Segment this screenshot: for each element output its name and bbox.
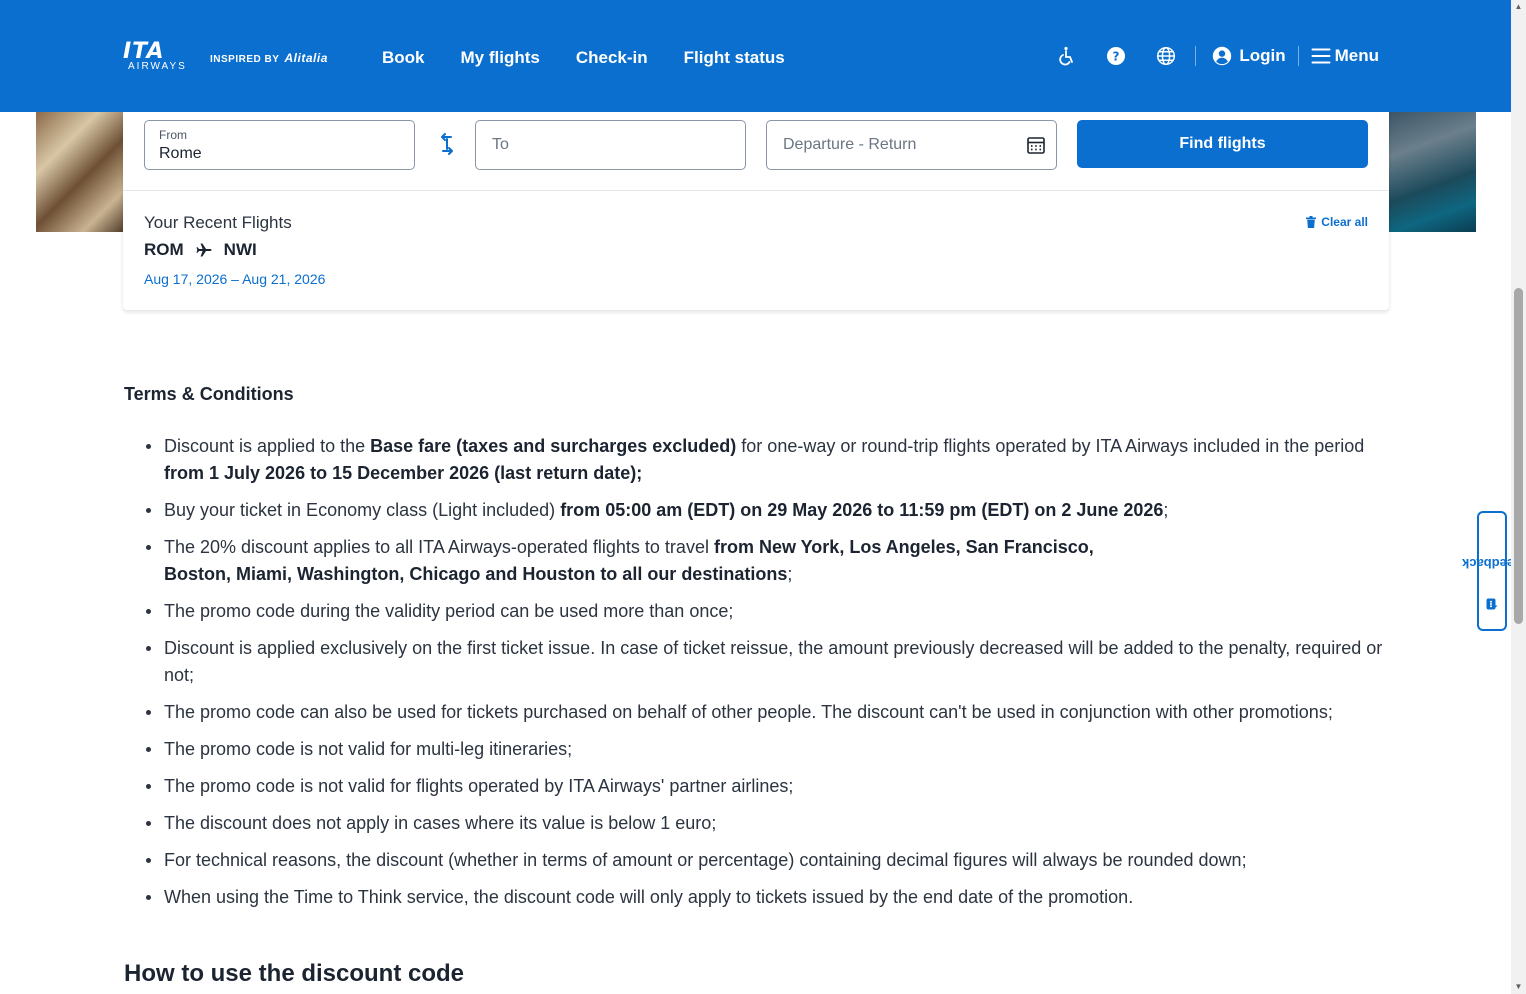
terms-emphasis: from New York, Los Angeles, San Francisc…	[713, 537, 1094, 557]
menu-button[interactable]: Menu	[1311, 46, 1379, 66]
terms-item: Discount is applied to the Base fare (ta…	[146, 433, 1384, 487]
scrollbar-thumb[interactable]	[1514, 288, 1523, 624]
alitalia-brand: Alitalia	[284, 51, 328, 65]
terms-item: The 20% discount applies to all ITA Airw…	[146, 534, 1384, 588]
nav-book[interactable]: Book	[382, 48, 425, 68]
terms-item: For technical reasons, the discount (whe…	[146, 847, 1384, 874]
to-placeholder: To	[492, 136, 509, 153]
nav-check-in[interactable]: Check-in	[576, 48, 648, 68]
terms-text: The discount does not apply in cases whe…	[164, 813, 717, 833]
recent-origin: ROM	[144, 240, 184, 259]
terms-text: ;	[1163, 500, 1169, 520]
nav-flight-status[interactable]: Flight status	[684, 48, 785, 68]
to-field[interactable]: To	[475, 120, 746, 170]
swap-icon[interactable]	[434, 131, 460, 157]
feedback-tab[interactable]: Feedback	[1462, 511, 1522, 631]
menu-label: Menu	[1334, 46, 1379, 65]
card-divider	[123, 190, 1389, 191]
terms-item: The discount does not apply in cases whe…	[146, 810, 1384, 837]
terms-text: Discount is applied to the	[164, 436, 371, 456]
login-button[interactable]: Login	[1212, 46, 1286, 66]
recent-flight-dates: Aug 17, 2026 – Aug 21, 2026	[144, 271, 326, 287]
terms-text: Buy your ticket in Economy class (Light …	[164, 500, 561, 520]
terms-emphasis: Base fare (taxes and surcharges excluded…	[370, 436, 737, 456]
svg-text:?: ?	[1113, 50, 1120, 64]
terms-item: Buy your ticket in Economy class (Light …	[146, 497, 1384, 524]
terms-list: Discount is applied to the Base fare (ta…	[124, 433, 1384, 911]
terms-text: The 20% discount applies to all ITA Airw…	[164, 537, 714, 557]
trash-icon	[1306, 216, 1317, 228]
terms-emphasis: Boston, Miami, Washington, Chicago and H…	[164, 564, 788, 584]
terms-text: The promo code is not valid for flights …	[164, 776, 794, 796]
airplane-icon	[196, 243, 212, 257]
hero-image-right	[1388, 112, 1476, 232]
recent-flights-title: Your Recent Flights	[144, 213, 292, 232]
logo-main-text: ITA	[123, 39, 165, 64]
terms-text: ;	[787, 564, 793, 584]
header-separator	[1297, 46, 1299, 66]
terms-text: When using the Time to Think service, th…	[164, 887, 1134, 907]
accessibility-icon[interactable]	[1053, 43, 1079, 69]
help-icon[interactable]: ?	[1103, 43, 1129, 69]
logo-sub-text: AIRWAYS	[128, 61, 187, 72]
from-value: Rome	[159, 145, 202, 162]
from-field[interactable]: From Rome	[144, 120, 415, 170]
recent-destination: NWI	[223, 240, 257, 259]
from-label: From	[159, 128, 187, 142]
feedback-icon	[1486, 597, 1498, 609]
terms-title: Terms & Conditions	[124, 384, 294, 404]
terms-item: The promo code during the validity perio…	[146, 598, 1384, 625]
terms-text: for one-way or round-trip flights operat…	[736, 436, 1365, 456]
terms-text: For technical reasons, the discount (whe…	[164, 850, 1247, 870]
login-label: Login	[1239, 46, 1286, 65]
terms-item: The promo code can also be used for tick…	[146, 699, 1384, 726]
terms-item: When using the Time to Think service, th…	[146, 884, 1384, 911]
terms-item: Discount is applied exclusively on the f…	[146, 635, 1384, 689]
terms-text: The promo code is not valid for multi-le…	[164, 739, 573, 759]
globe-icon[interactable]	[1153, 43, 1179, 69]
site-header: ITA AIRWAYS INSPIRED BY Alitalia Book My…	[0, 0, 1511, 112]
hero-image-left	[36, 112, 124, 232]
inspired-by-label: INSPIRED BY	[210, 54, 280, 65]
terms-section: Terms & Conditions Discount is applied t…	[124, 384, 1384, 921]
find-flights-button[interactable]: Find flights	[1077, 120, 1368, 168]
terms-emphasis: from 05:00 am (EDT) on 29 May 2026 to 11…	[560, 500, 1164, 520]
inspired-by-alitalia: INSPIRED BY Alitalia	[210, 51, 328, 65]
hamburger-icon	[1311, 48, 1331, 64]
dates-placeholder: Departure - Return	[783, 136, 917, 153]
terms-text: The promo code during the validity perio…	[164, 601, 734, 621]
header-separator	[1195, 46, 1197, 66]
terms-text: Discount is applied exclusively on the f…	[164, 638, 1383, 685]
header-utilities: ? Login Menu	[1053, 43, 1379, 69]
clear-all-button[interactable]: Clear all	[1306, 215, 1368, 229]
terms-text: The promo code can also be used for tick…	[164, 702, 1333, 722]
how-to-use-title: How to use the discount code	[124, 960, 465, 987]
main-nav: Book My flights Check-in Flight status	[382, 48, 785, 68]
ita-airways-logo[interactable]: ITA AIRWAYS	[123, 39, 193, 72]
scroll-up-arrow[interactable]: ▲	[1514, 2, 1523, 11]
user-icon	[1213, 46, 1232, 66]
terms-emphasis: from 1 July 2026 to 15 December 2026 (la…	[164, 463, 643, 483]
recent-flight-item[interactable]: ROM NWI	[144, 240, 257, 260]
scroll-down-arrow[interactable]: ▼	[1514, 982, 1523, 991]
flight-search-card: From Rome To Departure - Return Find fli…	[123, 112, 1389, 310]
terms-item: The promo code is not valid for multi-le…	[146, 736, 1384, 763]
dates-field[interactable]: Departure - Return	[766, 120, 1057, 170]
calendar-icon[interactable]	[1026, 135, 1046, 155]
terms-item: The promo code is not valid for flights …	[146, 773, 1384, 800]
nav-my-flights[interactable]: My flights	[461, 48, 540, 68]
clear-all-label: Clear all	[1321, 215, 1368, 229]
